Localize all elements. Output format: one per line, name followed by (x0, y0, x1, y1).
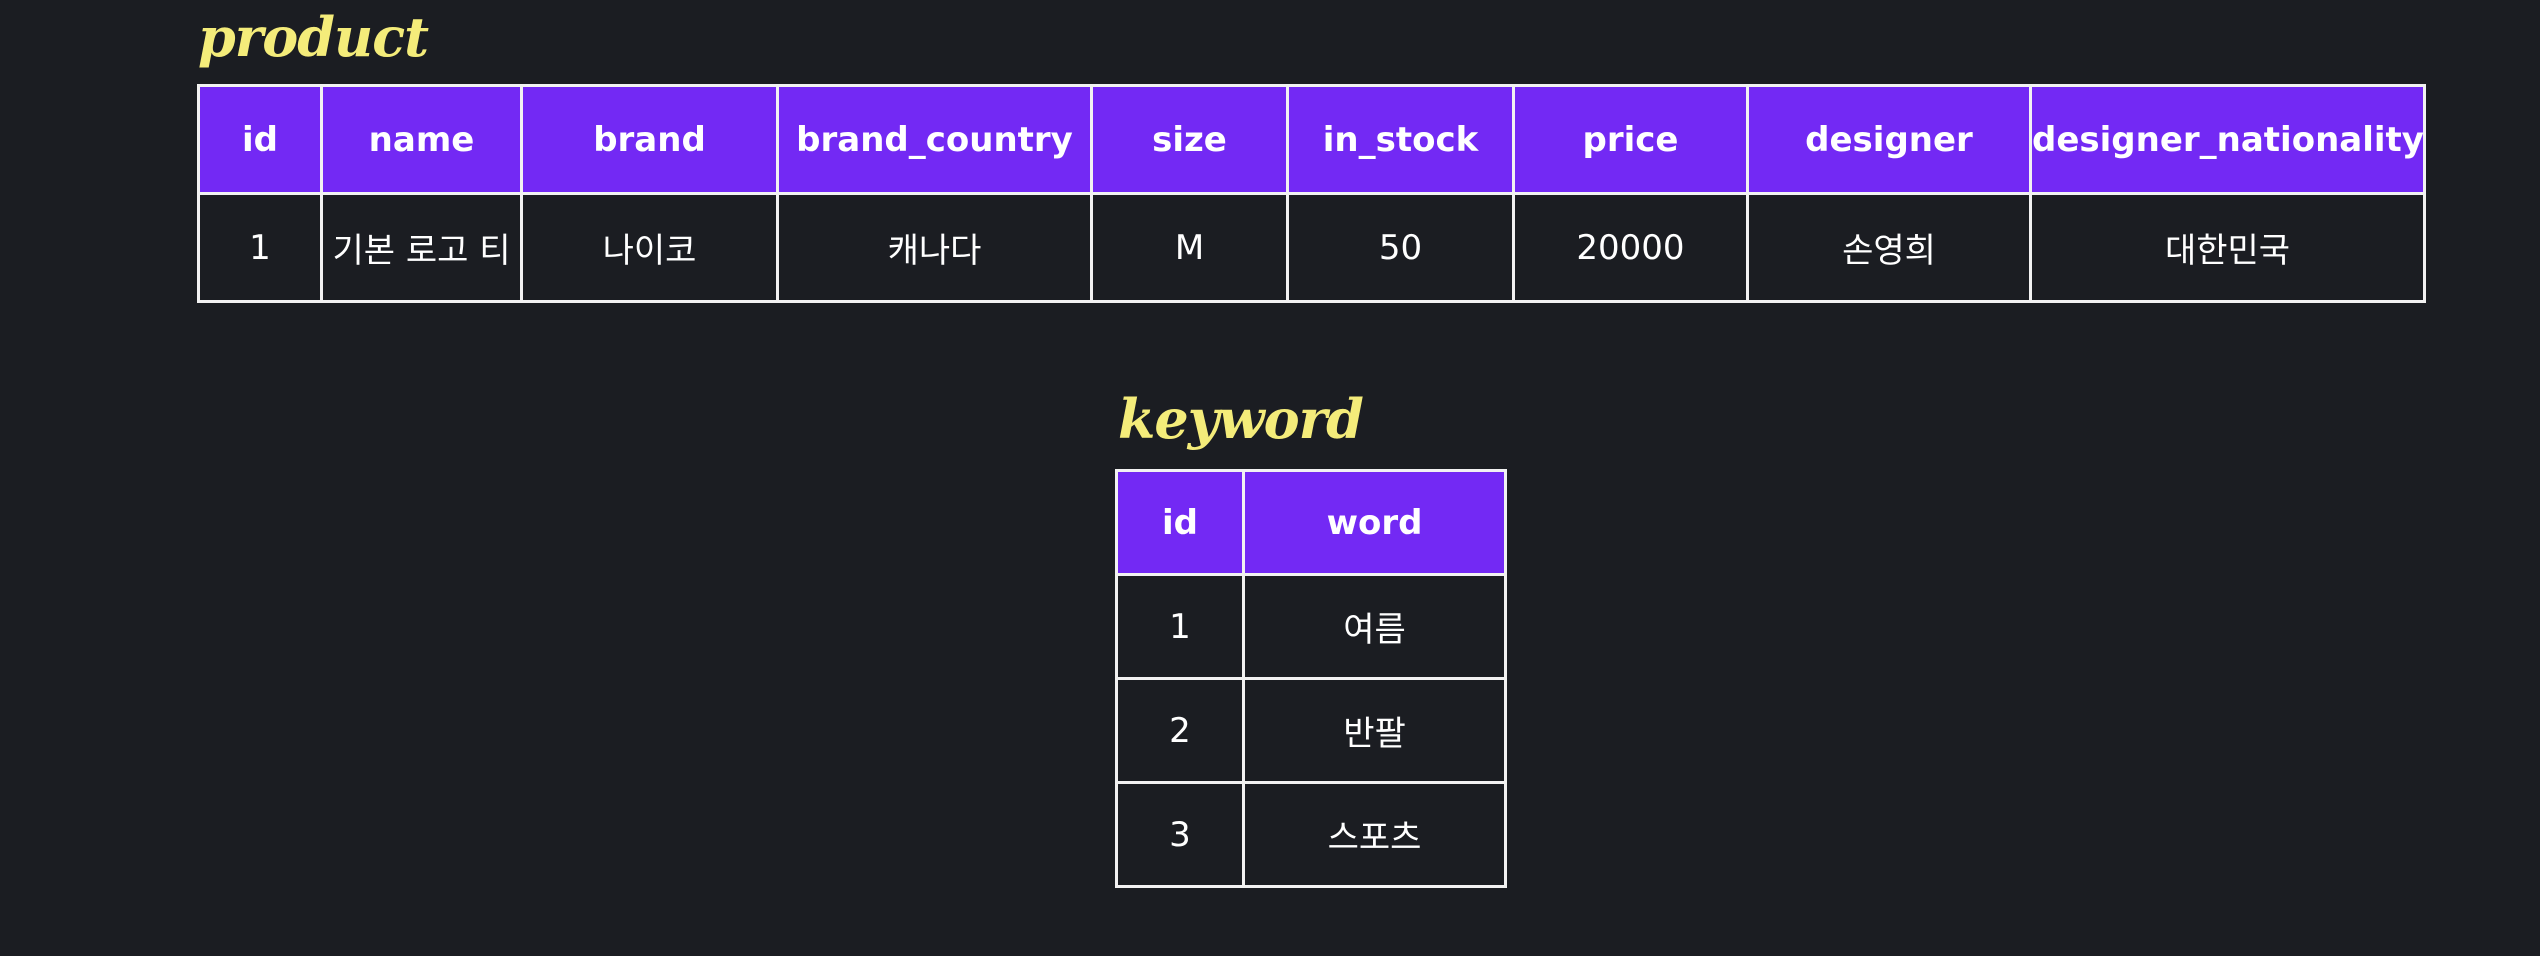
product-header-brand: brand (520, 84, 779, 195)
keyword-cell-word: 스포츠 (1242, 781, 1507, 888)
keyword-table-title: keyword (1118, 387, 1364, 451)
product-row: 1 기본 로고 티 나이코 캐나다 M 50 20000 손영희 대한민국 (197, 192, 2426, 303)
keyword-row: 2 반팔 (1115, 677, 1507, 784)
product-header-id: id (197, 84, 323, 195)
keyword-header-id: id (1115, 469, 1245, 576)
keyword-cell-id: 1 (1115, 573, 1245, 680)
product-cell-name: 기본 로고 티 (320, 192, 523, 303)
keyword-cell-id: 3 (1115, 781, 1245, 888)
product-cell-id: 1 (197, 192, 323, 303)
product-header-in-stock: in_stock (1286, 84, 1515, 195)
product-cell-size: M (1090, 192, 1289, 303)
product-table: id name brand brand_country size in_stoc… (197, 84, 2426, 303)
product-cell-brand: 나이코 (520, 192, 779, 303)
keyword-cell-word: 여름 (1242, 573, 1507, 680)
product-cell-designer-nationality: 대한민국 (2029, 192, 2426, 303)
product-header-row: id name brand brand_country size in_stoc… (197, 84, 2426, 195)
keyword-table: id word 1 여름 2 반팔 3 스포츠 (1115, 469, 1507, 888)
product-cell-brand-country: 캐나다 (776, 192, 1093, 303)
product-header-price: price (1512, 84, 1749, 195)
keyword-row: 1 여름 (1115, 573, 1507, 680)
product-table-title: product (198, 5, 429, 69)
product-cell-in-stock: 50 (1286, 192, 1515, 303)
product-header-designer-nationality: designer_nationality (2029, 84, 2426, 195)
product-header-brand-country: brand_country (776, 84, 1093, 195)
keyword-cell-id: 2 (1115, 677, 1245, 784)
keyword-row: 3 스포츠 (1115, 781, 1507, 888)
product-header-name: name (320, 84, 523, 195)
product-header-size: size (1090, 84, 1289, 195)
keyword-header-word: word (1242, 469, 1507, 576)
keyword-cell-word: 반팔 (1242, 677, 1507, 784)
product-cell-designer: 손영희 (1746, 192, 2032, 303)
product-cell-price: 20000 (1512, 192, 1749, 303)
keyword-header-row: id word (1115, 469, 1507, 576)
product-header-designer: designer (1746, 84, 2032, 195)
